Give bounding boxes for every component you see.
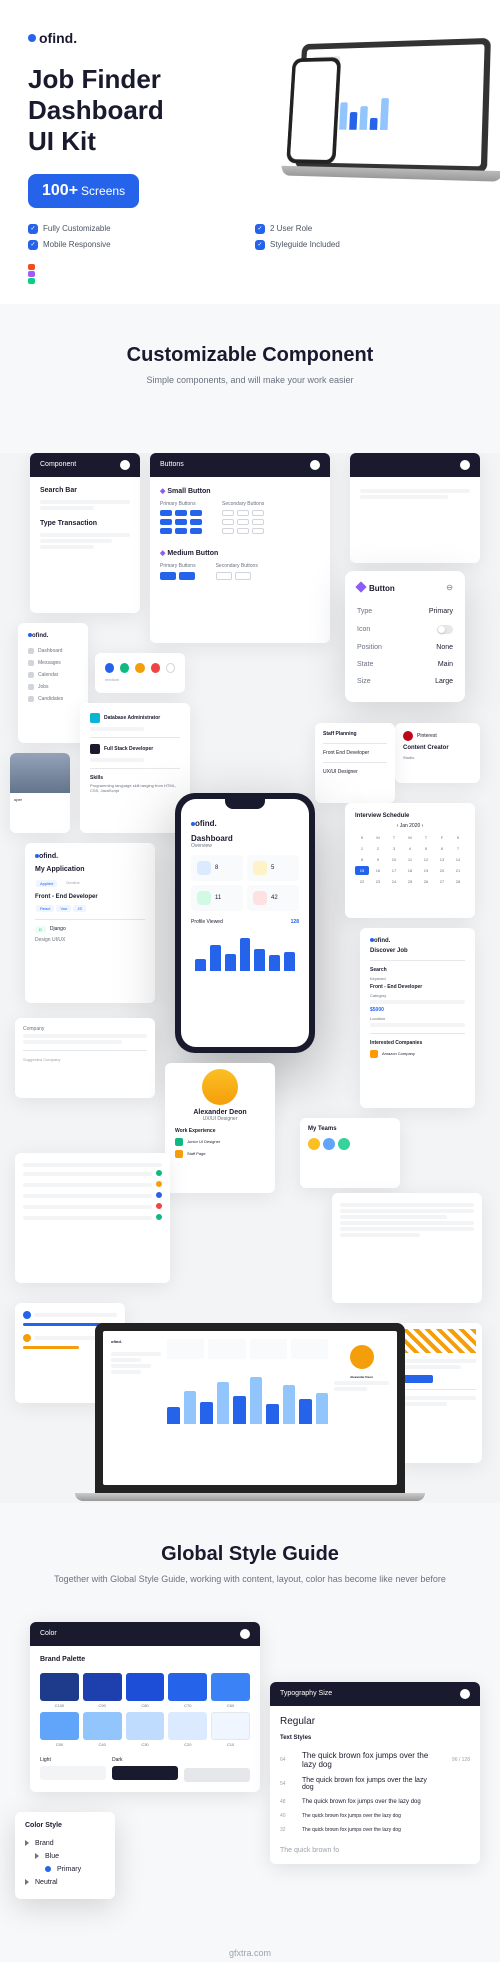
- config-size[interactable]: SizeLarge: [357, 673, 453, 690]
- calendar-card: Interview Schedule ‹ Jan 2020 › SMTWTFS …: [345, 803, 475, 918]
- cs-brand[interactable]: Brand: [25, 1837, 105, 1850]
- close-icon[interactable]: ⊖: [446, 583, 453, 592]
- buttons-card: Buttons ◆ Small Button Primary Buttons S…: [150, 453, 330, 643]
- company-card: Company Suggested Company: [15, 1018, 155, 1098]
- mobile-mockup: ofind. Dashboard Overview 8 5 11 42 Prof…: [175, 793, 315, 1053]
- button-config-card[interactable]: Button ⊖ TypePrimary Icon PositionNone S…: [345, 571, 465, 702]
- color-dots-card: medium: [95, 653, 185, 693]
- config-position[interactable]: PositionNone: [357, 639, 453, 656]
- macbook-mockup: ofind.: [95, 1323, 405, 1501]
- check-icon: ✓: [255, 240, 265, 250]
- section-title: Customizable Component: [20, 344, 480, 367]
- section-subtitle: Simple components, and will make your wo…: [20, 375, 480, 385]
- check-icon: ✓: [28, 224, 38, 234]
- toggle-icon[interactable]: [437, 625, 453, 634]
- pattern-card: [397, 1323, 482, 1463]
- nav-messages[interactable]: Messages: [28, 657, 78, 669]
- styleguide-area: Color Brand Palette C100 C90 C80 C70 C60…: [0, 1622, 500, 1962]
- staff-card: Staff Planning Front End Developer UX/UI…: [315, 723, 395, 803]
- components-collage: Component Search Bar Type Transaction Bu…: [0, 453, 500, 1503]
- screens-badge: 100+Screens: [28, 174, 139, 208]
- tab-applied[interactable]: Applied: [36, 880, 57, 887]
- nav-jobs[interactable]: Jobs: [28, 681, 78, 693]
- cs-primary[interactable]: Primary: [25, 1863, 105, 1876]
- jobs-card: Database Administrator Full Stack Develo…: [80, 703, 190, 833]
- blank-card: [350, 453, 480, 563]
- nav-calendar[interactable]: Calendar: [28, 669, 78, 681]
- photo-card: oper: [10, 753, 70, 833]
- components-section: Customizable Component Simple components…: [0, 304, 500, 453]
- typography-card: Typography Size Regular Text Styles 64Th…: [270, 1682, 480, 1864]
- profile-chart: [191, 925, 299, 975]
- cs-neutral[interactable]: Neutral: [25, 1876, 105, 1889]
- styleguide-title: Global Style Guide: [20, 1543, 480, 1566]
- figma-icon: [28, 264, 42, 284]
- profile-card: Alexander Deon UX/UI Designer Work Exper…: [165, 1063, 275, 1193]
- styleguide-section: Global Style Guide Together with Global …: [0, 1503, 500, 1622]
- nav-candidates[interactable]: Candidates: [28, 693, 78, 705]
- cs-blue[interactable]: Blue: [25, 1850, 105, 1863]
- sidebar-card: ofind. Dashboard Messages Calendar Jobs …: [18, 623, 88, 743]
- tab-decline[interactable]: Decline: [62, 879, 83, 888]
- styleguide-subtitle: Together with Global Style Guide, workin…: [20, 1574, 480, 1584]
- component-card: Component Search Bar Type Transaction: [30, 453, 140, 613]
- hero-section: ofind. Job Finder Dashboard UI Kit 100+S…: [0, 0, 500, 304]
- feature-list: ✓Fully Customizable ✓2 User Role ✓Mobile…: [28, 224, 472, 250]
- search-filter-card: ofind. Discover Job Search Keyword Front…: [360, 928, 475, 1108]
- color-palette-card: Color Brand Palette C100 C90 C80 C70 C60…: [30, 1622, 260, 1792]
- pinterest-card: Pinterest Content Creator Studio: [395, 723, 480, 783]
- check-icon: ✓: [255, 224, 265, 234]
- table-card-left: [15, 1153, 170, 1283]
- config-icon[interactable]: Icon: [357, 620, 453, 639]
- teams-card: My Teams: [300, 1118, 400, 1188]
- config-state[interactable]: StateMain: [357, 656, 453, 673]
- check-icon: ✓: [28, 240, 38, 250]
- config-type[interactable]: TypePrimary: [357, 603, 453, 620]
- nav-dashboard[interactable]: Dashboard: [28, 645, 78, 657]
- table-card-right: [332, 1193, 482, 1303]
- calendar-grid[interactable]: SMTWTFS 1234567 891011121314 15161718192…: [355, 833, 465, 886]
- avatar: [202, 1069, 238, 1105]
- hero-device-mockup: [267, 38, 491, 194]
- color-style-selector[interactable]: Color Style Brand Blue Primary Neutral: [15, 1812, 115, 1899]
- watermark: gfxtra.com: [229, 1948, 271, 1958]
- my-application-card: ofind. My Application Applied Decline Fr…: [25, 843, 155, 1003]
